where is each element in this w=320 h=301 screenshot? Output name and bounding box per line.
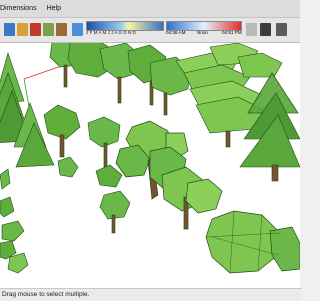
shadows-time-start: 04:38 AM [166,30,186,35]
status-text: Drag mouse to select multiple. [2,291,90,298]
small-trees-center [99,190,131,234]
toolbar: J F M A M J J A S O N D 04:38 AM Noon 04… [0,18,300,43]
faceted-tree-foreground [115,120,223,230]
shadows-months-label: J F M A M J J A S O N D [86,30,136,35]
status-bar: Drag mouse to select multiple. [0,288,302,301]
select-arrow-icon[interactable] [4,23,15,36]
menu-item-dimensions[interactable]: Dimensions [0,5,37,12]
shadow-settings-icon[interactable] [72,23,83,36]
fog-icon[interactable] [246,23,257,36]
menu-bar: Dimensions Help [0,0,300,18]
tree-scene [0,43,300,274]
conifer-tree-left [0,51,55,168]
push-pull-icon[interactable] [17,23,28,36]
shadows-toggle-icon[interactable] [260,23,271,36]
orbit-icon[interactable] [43,23,54,36]
move-icon[interactable] [30,23,41,36]
shrubs-left [0,168,29,274]
round-tree-mid [87,116,123,188]
round-tree-back [49,43,191,116]
round-tree-left [43,104,81,178]
shadows-time-noon: Noon [197,30,208,35]
menu-item-help[interactable]: Help [47,5,61,12]
zoom-icon[interactable] [276,23,287,36]
pan-icon[interactable] [56,23,67,36]
model-viewport[interactable] [0,43,300,288]
shadows-time-end: 04:51 PM [222,30,242,35]
dome-tree-bottom-right [205,210,300,274]
